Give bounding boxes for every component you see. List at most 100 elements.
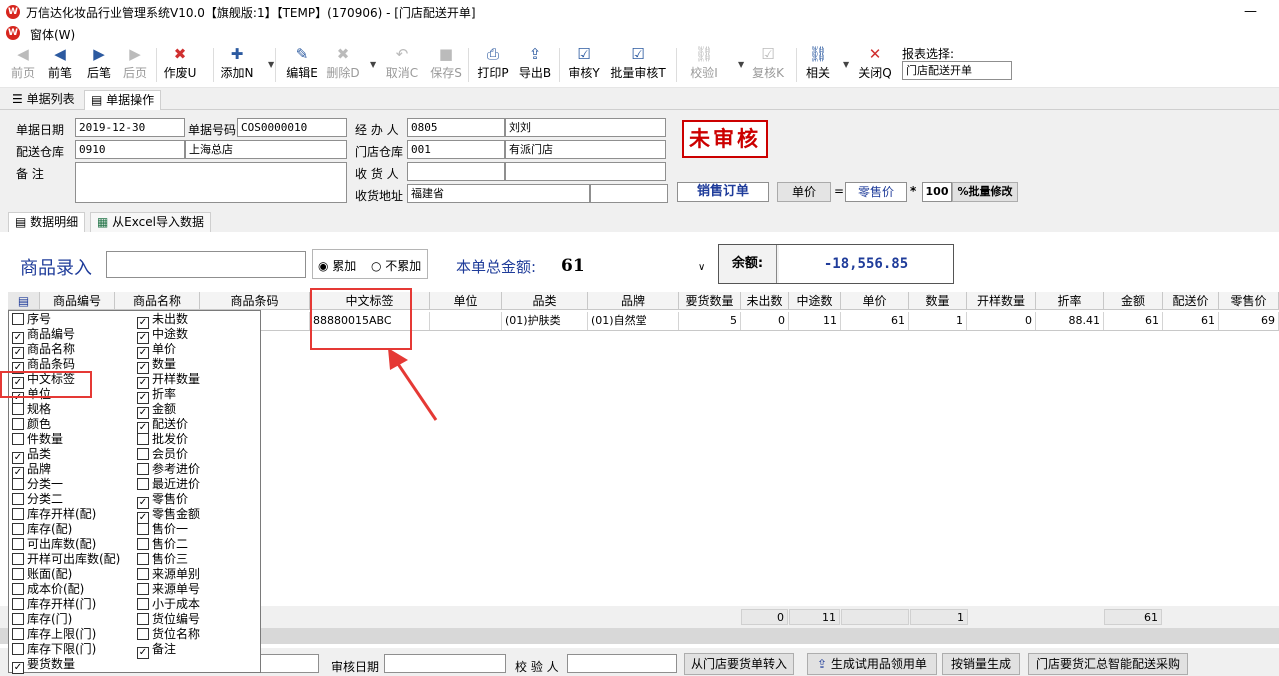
recheck-button[interactable]: ☑ 复核K [750,42,786,88]
column-toggle[interactable]: ✓ 品类 [12,447,51,464]
ratio-field[interactable]: 100 [922,182,952,202]
column-toggle[interactable]: ✓ 开样数量 [137,372,200,389]
address-field[interactable]: 福建省 [407,184,590,203]
column-toggle[interactable]: 库存下限(门) [12,642,96,657]
column-header-unshipped[interactable]: 未出数 [741,292,789,310]
audit-date-field[interactable] [384,654,506,673]
cell-amount[interactable]: 61 [1104,312,1163,330]
column-header-discount[interactable]: 折率 [1036,292,1104,310]
column-toggle[interactable]: ✓ 备注 [137,642,176,659]
prev-record-button[interactable]: ◀ 前笔 [45,42,75,88]
chevron-down-icon[interactable]: ∨ [698,262,705,273]
column-header-category[interactable]: 品类 [502,292,588,310]
prev-page-button[interactable]: ◀ 前页 [8,42,38,88]
column-toggle[interactable]: 售价一 [137,522,188,537]
address-extra-field[interactable] [590,184,668,203]
column-toggle[interactable]: 分类二 [12,492,63,507]
add-button[interactable]: ✚ 添加N [219,42,255,88]
cell-category[interactable]: (01)护肤类 [502,312,588,330]
tab-doc-operate[interactable]: ▤ 单据操作 [84,90,162,110]
batch-audit-button[interactable]: ☑ 批量审核T [610,42,666,88]
warehouse-name-field[interactable]: 上海总店 [185,140,347,159]
column-toggle[interactable]: 可出库数(配) [12,537,96,552]
cell-unit[interactable] [430,312,502,330]
store-name-field[interactable]: 有派门店 [505,140,666,159]
column-toggle[interactable]: ✓ 未出数 [137,312,188,329]
tab-excel-import[interactable]: ▦ 从Excel导入数据 [90,212,211,232]
verify-button[interactable]: ⛓ 校验I [686,42,722,88]
edit-button[interactable]: ✎ 编辑E [284,42,320,88]
smart-procure-button[interactable]: 门店要货汇总智能配送采购 [1028,653,1188,675]
remark-field[interactable] [75,162,347,203]
column-toggle[interactable]: ✓ 零售金额 [137,507,200,524]
cell-sample-qty[interactable]: 0 [967,312,1036,330]
column-toggle[interactable]: 售价二 [137,537,188,552]
column-toggle[interactable]: 来源单号 [137,582,200,597]
dropdown-arrow-icon[interactable]: ▼ [843,60,849,69]
save-button[interactable]: ■ 保存S [428,42,464,88]
doc-no-field[interactable]: COS0000010 [237,118,347,137]
store-code-field[interactable]: 001 [407,140,505,159]
cell-delivery-price[interactable]: 61 [1163,312,1219,330]
column-header-unit[interactable]: 单位 [430,292,502,310]
receiver-code-field[interactable] [407,162,505,181]
column-toggle[interactable]: 账面(配) [12,567,72,582]
tab-doc-list[interactable]: ☰ 单据列表 [6,90,81,110]
audit-button[interactable]: ☑ 审核Y [566,42,602,88]
cell-discount[interactable]: 88.41 [1036,312,1104,330]
void-button[interactable]: ✖ 作废U [162,42,198,88]
column-header-barcode[interactable]: 商品条码 [200,292,310,310]
column-toggle[interactable]: 库存上限(门) [12,627,96,642]
column-toggle[interactable]: ✓ 零售价 [137,492,188,509]
column-toggle[interactable]: 颜色 [12,417,51,432]
column-toggle[interactable]: 库存开样(配) [12,507,96,522]
column-chooser-button[interactable]: ▤ [8,292,40,310]
cell-request-qty[interactable]: 5 [679,312,741,330]
minimize-icon[interactable]: — [1244,4,1257,19]
date-field[interactable]: 2019-12-30 [75,118,185,137]
cell-qty[interactable]: 1 [909,312,967,330]
column-toggle[interactable]: 序号 [12,312,51,327]
column-toggle[interactable]: ✓ 商品编号 [12,327,75,344]
order-type-field[interactable]: 销售订单 [677,182,769,202]
column-toggle[interactable]: 货位名称 [137,627,200,642]
menu-window[interactable]: 窗体(W) [30,26,75,43]
column-header-request-qty[interactable]: 要货数量 [679,292,741,310]
dropdown-arrow-icon[interactable]: ▼ [370,60,376,69]
delete-button[interactable]: ✖ 删除D [325,42,361,88]
cancel-button[interactable]: ↶ 取消C [384,42,420,88]
related-button[interactable]: ⛓ 相关 [803,42,833,88]
price-type-field[interactable]: 零售价 [845,182,907,202]
handler-code-field[interactable]: 0805 [407,118,505,137]
column-toggle[interactable]: ✓ 中途数 [137,327,188,344]
column-toggle[interactable]: 小于成本 [137,597,200,612]
warehouse-code-field[interactable]: 0910 [75,140,185,159]
sales-generate-button[interactable]: 按销量生成 [942,653,1020,675]
column-toggle[interactable]: ✓ 品牌 [12,462,51,479]
column-toggle[interactable]: ✓ 要货数量 [12,657,75,674]
next-record-button[interactable]: ▶ 后笔 [84,42,114,88]
export-button[interactable]: ⇪ 导出B [517,42,553,88]
receiver-name-field[interactable] [505,162,666,181]
column-header-price[interactable]: 单价 [841,292,909,310]
trial-button[interactable]: ⇪ 生成试用品领用单 [807,653,937,675]
cell-unshipped[interactable]: 0 [741,312,789,330]
column-toggle[interactable]: 批发价 [137,432,188,447]
column-header-sample-qty[interactable]: 开样数量 [967,292,1036,310]
cell-in-transit[interactable]: 11 [789,312,841,330]
column-toggle[interactable]: ✓ 配送价 [137,417,188,434]
column-toggle[interactable]: 最近进价 [137,477,200,492]
column-toggle[interactable]: 开样可出库数(配) [12,552,120,567]
cell-price[interactable]: 61 [841,312,909,330]
column-header-qty[interactable]: 数量 [909,292,967,310]
print-button[interactable]: ⎙ 打印P [476,42,510,88]
column-toggle[interactable]: ✓ 商品名称 [12,342,75,359]
column-toggle[interactable]: 规格 [12,402,51,417]
column-header-in-transit[interactable]: 中途数 [789,292,841,310]
column-toggle[interactable]: 件数量 [12,432,63,447]
radio-no-accumulate[interactable]: ○ 不累加 [371,257,421,274]
column-header-amount[interactable]: 金额 [1104,292,1163,310]
column-toggle[interactable]: 库存(门) [12,612,72,627]
product-entry-input[interactable] [106,251,306,278]
column-header-product-name[interactable]: 商品名称 [115,292,200,310]
